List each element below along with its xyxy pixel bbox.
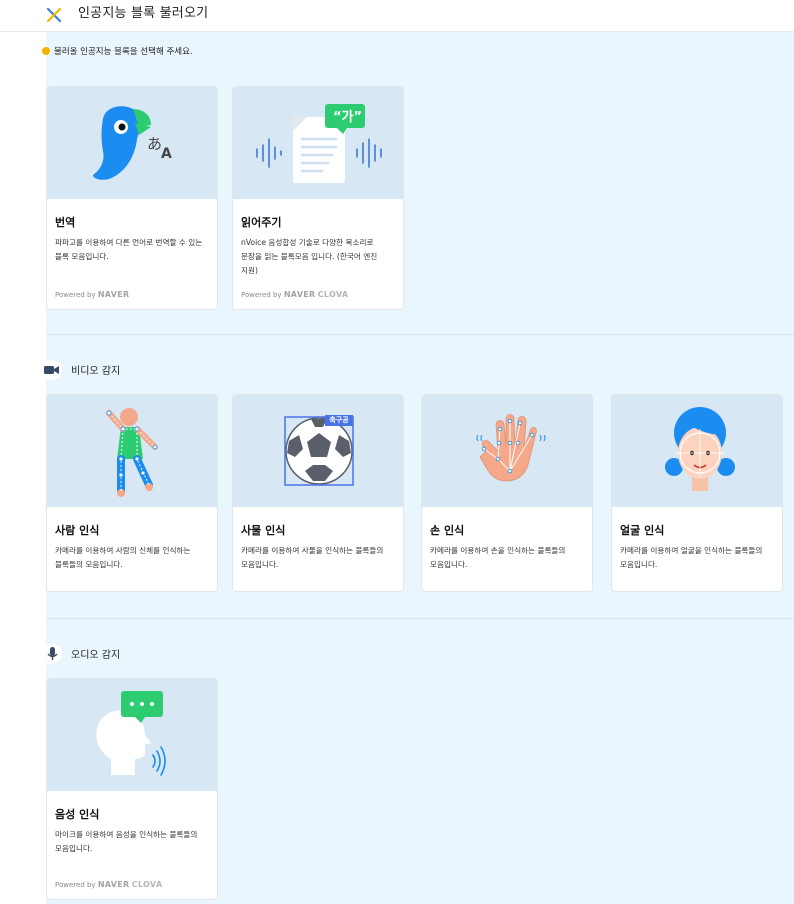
card-title: 사람 인식: [55, 524, 100, 537]
card-hand-recognition[interactable]: 손 인식 카메라를 이용하여 손을 인식하는 블록들의 모음입니다.: [421, 394, 593, 592]
face-image: [612, 395, 782, 507]
card-title: 번역: [55, 216, 76, 229]
card-title: 손 인식: [430, 524, 465, 537]
notice-text: 불러올 인공지능 블록을 선택해 주세요.: [42, 46, 193, 58]
document-speech-icon: “가”: [256, 104, 382, 183]
powered-by-naver: Powered by NAVER: [55, 290, 130, 299]
card-desc: nVoice 음성합성 기술로 다양한 목소리로 문장을 읽는 블록모음 입니다…: [241, 238, 378, 275]
card-title: 음성 인식: [55, 808, 100, 821]
svg-text:“가”: “가”: [333, 110, 362, 125]
card-desc: 카메라를 이용하여 얼굴을 인식하는 블록들의 모음입니다.: [620, 546, 763, 569]
card-desc: 파파고를 이용하여 다른 언어로 번역할 수 있는 블록 모음입니다.: [55, 238, 203, 261]
section-label: 비디오 감지: [71, 366, 121, 377]
card-speech-recognition[interactable]: 음성 인식 마이크를 이용하여 음성을 인식하는 블록들의 모음입니다. Pow…: [46, 678, 218, 900]
speaking-head-icon: [96, 691, 166, 776]
microphone-icon: [42, 644, 62, 664]
content-area[interactable]: 불러올 인공지능 블록을 선택해 주세요. あ A 번역 파파고를 이용하여 다…: [42, 32, 794, 904]
video-camera-icon: [42, 360, 62, 380]
card-translate[interactable]: あ A 번역 파파고를 이용하여 다른 언어로 번역할 수 있는 블록 모음입니…: [46, 86, 218, 310]
object-image: 축구공: [233, 395, 403, 507]
soccer-ball-icon: [284, 415, 354, 486]
card-face-recognition[interactable]: 얼굴 인식 카메라를 이용하여 얼굴을 인식하는 블록들의 모음입니다.: [611, 394, 783, 592]
dialog-title: 인공지능 블록 불러오기: [78, 6, 209, 21]
card-desc: 마이크를 이용하여 음성을 인식하는 블록들의 모음입니다.: [55, 830, 198, 853]
card-desc: 카메라를 이용하여 사람의 신체를 인식하는 블록들의 모음입니다.: [55, 546, 191, 569]
tts-image: “가”: [233, 87, 403, 199]
card-title: 읽어주기: [241, 216, 282, 229]
papago-parrot-icon: あ A: [93, 106, 172, 180]
svg-text:あ: あ: [147, 135, 162, 153]
card-title: 사물 인식: [241, 524, 286, 537]
powered-by-naver-clova: Powered by NAVER CLOVA: [55, 880, 163, 889]
speech-image: [47, 679, 217, 791]
svg-text:A: A: [161, 146, 172, 162]
card-object-recognition[interactable]: 축구공 사물 인식 카메라를 이용하여 사물을 인식하는 블록들의 모음입니다.: [232, 394, 404, 592]
face-icon: [665, 407, 735, 491]
papago-image: あ A: [47, 87, 217, 199]
section-divider: [46, 334, 794, 335]
hand-icon: [476, 414, 546, 482]
card-person-recognition[interactable]: 사람 인식 카메라를 이용하여 사람의 신체를 인식하는 블록들의 모음입니다.: [46, 394, 218, 592]
person-image: [47, 395, 217, 507]
dialog-header: 인공지능 블록 불러오기: [0, 0, 794, 32]
section-label: 오디오 감지: [71, 650, 121, 661]
hand-image: [422, 395, 592, 507]
card-title: 얼굴 인식: [620, 524, 665, 537]
object-label-badge: 축구공: [329, 416, 349, 424]
card-desc: 카메라를 이용하여 사물을 인식하는 블록들의 모음입니다.: [241, 546, 384, 569]
info-icon: [42, 47, 50, 55]
card-read-aloud[interactable]: “가” 읽어주기 nVoice 음성합성 기술로 다양한 목소리로 문장을 읽는…: [232, 86, 404, 310]
card-desc: 카메라를 이용하여 손을 인식하는 블록들의 모음입니다.: [430, 546, 566, 569]
person-pose-icon: [106, 408, 158, 497]
close-icon[interactable]: [44, 5, 64, 25]
powered-by-naver-clova: Powered by NAVER CLOVA: [241, 290, 349, 299]
section-divider: [46, 618, 794, 619]
